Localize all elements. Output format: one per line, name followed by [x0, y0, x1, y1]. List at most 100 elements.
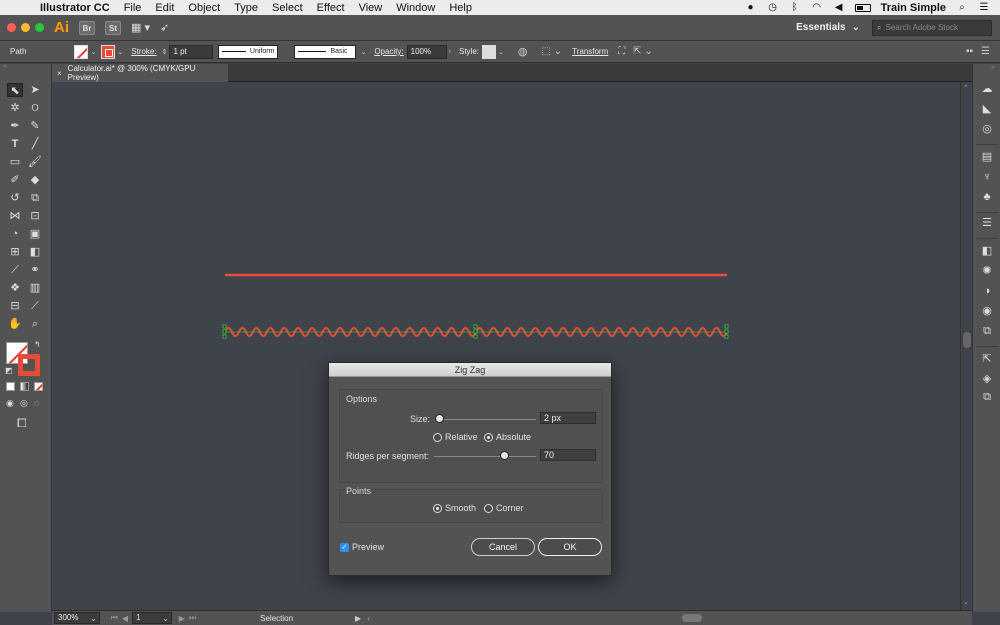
first-artboard-icon[interactable]: ⏮: [111, 613, 118, 623]
gradient-panel-icon[interactable]: ◧: [980, 244, 994, 258]
menu-edit[interactable]: Edit: [155, 2, 174, 14]
size-slider-track[interactable]: [438, 419, 536, 420]
selection-tool-icon[interactable]: ⬉: [7, 83, 23, 97]
lasso-tool-icon[interactable]: ଠ: [27, 101, 43, 115]
creative-cloud-icon[interactable]: ●: [745, 2, 757, 13]
rectangle-tool-icon[interactable]: ▭: [7, 155, 23, 169]
time-machine-icon[interactable]: ◷: [767, 2, 779, 13]
screen-mode-icon[interactable]: ⧠: [17, 416, 27, 431]
corner-label[interactable]: Corner: [496, 503, 524, 513]
fill-dropdown-icon[interactable]: ⌄: [90, 48, 96, 56]
battery-icon[interactable]: [854, 3, 871, 12]
eraser-tool-icon[interactable]: ◆: [27, 173, 43, 187]
zoom-window-icon[interactable]: [35, 23, 44, 32]
menu-object[interactable]: Object: [188, 2, 220, 14]
export-icon[interactable]: ⇱: [980, 352, 994, 366]
stroke-dropdown-icon[interactable]: ⌄: [117, 48, 123, 56]
preview-label[interactable]: Preview: [352, 542, 384, 552]
bluetooth-icon[interactable]: ᛒ: [789, 2, 801, 13]
layers-icon[interactable]: ◈: [980, 372, 994, 386]
gradient-tool-icon[interactable]: ◧: [27, 245, 43, 259]
opacity-field[interactable]: 100%: [406, 44, 447, 59]
curvature-tool-icon[interactable]: ✎: [27, 119, 43, 133]
stock-search-input[interactable]: ⌕ Search Adobe Stock: [872, 19, 992, 36]
next-artboard-icon[interactable]: ▶: [179, 614, 185, 623]
transparency-icon[interactable]: ✺: [980, 264, 994, 278]
ridges-slider-knob[interactable]: [500, 451, 510, 460]
type-tool-icon[interactable]: T: [7, 137, 23, 151]
brush-dropdown-icon[interactable]: ⌄: [360, 48, 366, 56]
brushes-icon[interactable]: ♆: [980, 170, 994, 184]
draw-inside-icon[interactable]: ◌: [34, 398, 39, 408]
notification-center-icon[interactable]: ☰: [978, 2, 990, 13]
brush-definition[interactable]: Basic: [294, 44, 357, 59]
workspace-switcher[interactable]: Essentials ⌄: [796, 22, 860, 33]
smooth-radio[interactable]: [433, 504, 442, 513]
recolor-artwork-icon[interactable]: ◍: [518, 45, 528, 58]
menu-file[interactable]: File: [124, 2, 142, 14]
zoom-tool-icon[interactable]: ⌕: [27, 317, 43, 331]
draw-normal-icon[interactable]: ◉: [6, 398, 14, 409]
gradient-mode-icon[interactable]: [20, 382, 29, 391]
artboard-dropdown-icon[interactable]: ⌄: [162, 614, 169, 623]
opacity-dropdown-icon[interactable]: ›: [449, 48, 451, 55]
asset-export-icon[interactable]: ⧉: [980, 324, 994, 338]
anchor-point-left[interactable]: [222, 324, 227, 329]
ridges-field[interactable]: 70: [540, 449, 596, 461]
rotate-tool-icon[interactable]: ↺: [7, 191, 23, 205]
dock-grip[interactable]: »: [991, 64, 995, 71]
opacity-label[interactable]: Opacity:: [374, 47, 403, 56]
transform-icon[interactable]: ⛶: [618, 46, 625, 57]
anchor-point-center[interactable]: [473, 334, 478, 339]
transform-button[interactable]: Transform: [572, 47, 608, 56]
menu-help[interactable]: Help: [449, 2, 472, 14]
gpu-performance-icon[interactable]: ➶: [160, 21, 169, 34]
user-name[interactable]: Train Simple: [881, 2, 946, 14]
variable-width-profile[interactable]: Uniform: [218, 44, 279, 59]
horizontal-scroll-thumb[interactable]: [682, 614, 702, 622]
anchor-point-left[interactable]: [222, 329, 227, 334]
symbols-icon[interactable]: ♣: [980, 190, 994, 204]
close-window-icon[interactable]: [7, 23, 16, 32]
magic-wand-tool-icon[interactable]: ✲: [7, 101, 23, 115]
arrange-panels-icon[interactable]: ▪▪: [966, 46, 973, 57]
relative-label[interactable]: Relative: [445, 432, 478, 442]
stock-button[interactable]: St: [105, 20, 121, 35]
hand-tool-icon[interactable]: ✋: [7, 317, 23, 331]
symbol-sprayer-tool-icon[interactable]: ❖: [7, 281, 23, 295]
spotlight-search-icon[interactable]: ⌕: [956, 2, 968, 13]
absolute-radio[interactable]: [484, 433, 493, 442]
stroke-swatch[interactable]: [101, 44, 116, 59]
anchor-point-right[interactable]: [724, 329, 729, 334]
stroke-label[interactable]: Stroke:: [131, 47, 156, 56]
last-artboard-icon[interactable]: ⏭: [189, 613, 196, 623]
menu-type[interactable]: Type: [234, 2, 258, 14]
eyedropper-tool-icon[interactable]: ⟋: [7, 263, 23, 277]
anchor-point-right[interactable]: [724, 324, 729, 329]
smooth-label[interactable]: Smooth: [445, 503, 476, 513]
artboards-icon[interactable]: ⧉: [980, 390, 994, 404]
column-graph-tool-icon[interactable]: ▥: [27, 281, 43, 295]
shape-builder-tool-icon[interactable]: ◔: [7, 227, 23, 241]
perspective-grid-tool-icon[interactable]: ▣: [27, 227, 43, 241]
width-tool-icon[interactable]: ⋈: [7, 209, 23, 223]
slice-tool-icon[interactable]: ⟋: [27, 299, 43, 313]
cancel-button[interactable]: Cancel: [471, 538, 535, 556]
anchor-point-center[interactable]: [473, 329, 478, 334]
graphic-styles-icon[interactable]: ◉: [980, 304, 994, 318]
corner-radio[interactable]: [484, 504, 493, 513]
default-fill-stroke-icon[interactable]: ◩: [5, 366, 13, 375]
graphic-style-swatch[interactable]: [482, 44, 497, 59]
swap-fill-stroke-icon[interactable]: ↰: [34, 340, 41, 349]
status-menu-icon[interactable]: ▶: [355, 614, 361, 623]
pen-tool-icon[interactable]: ✒: [7, 119, 23, 133]
dialog-title[interactable]: Zig Zag: [329, 363, 611, 377]
zoom-dropdown-icon[interactable]: ⌄: [90, 614, 97, 623]
mesh-tool-icon[interactable]: ⊞: [7, 245, 23, 259]
minimize-window-icon[interactable]: [21, 23, 30, 32]
prev-artboard-icon[interactable]: ◀: [122, 614, 128, 623]
tools-grip[interactable]: «: [0, 63, 52, 70]
scroll-left-icon[interactable]: ‹: [367, 614, 370, 623]
none-mode-icon[interactable]: [34, 382, 43, 391]
blend-tool-icon[interactable]: ⚭: [27, 263, 43, 277]
